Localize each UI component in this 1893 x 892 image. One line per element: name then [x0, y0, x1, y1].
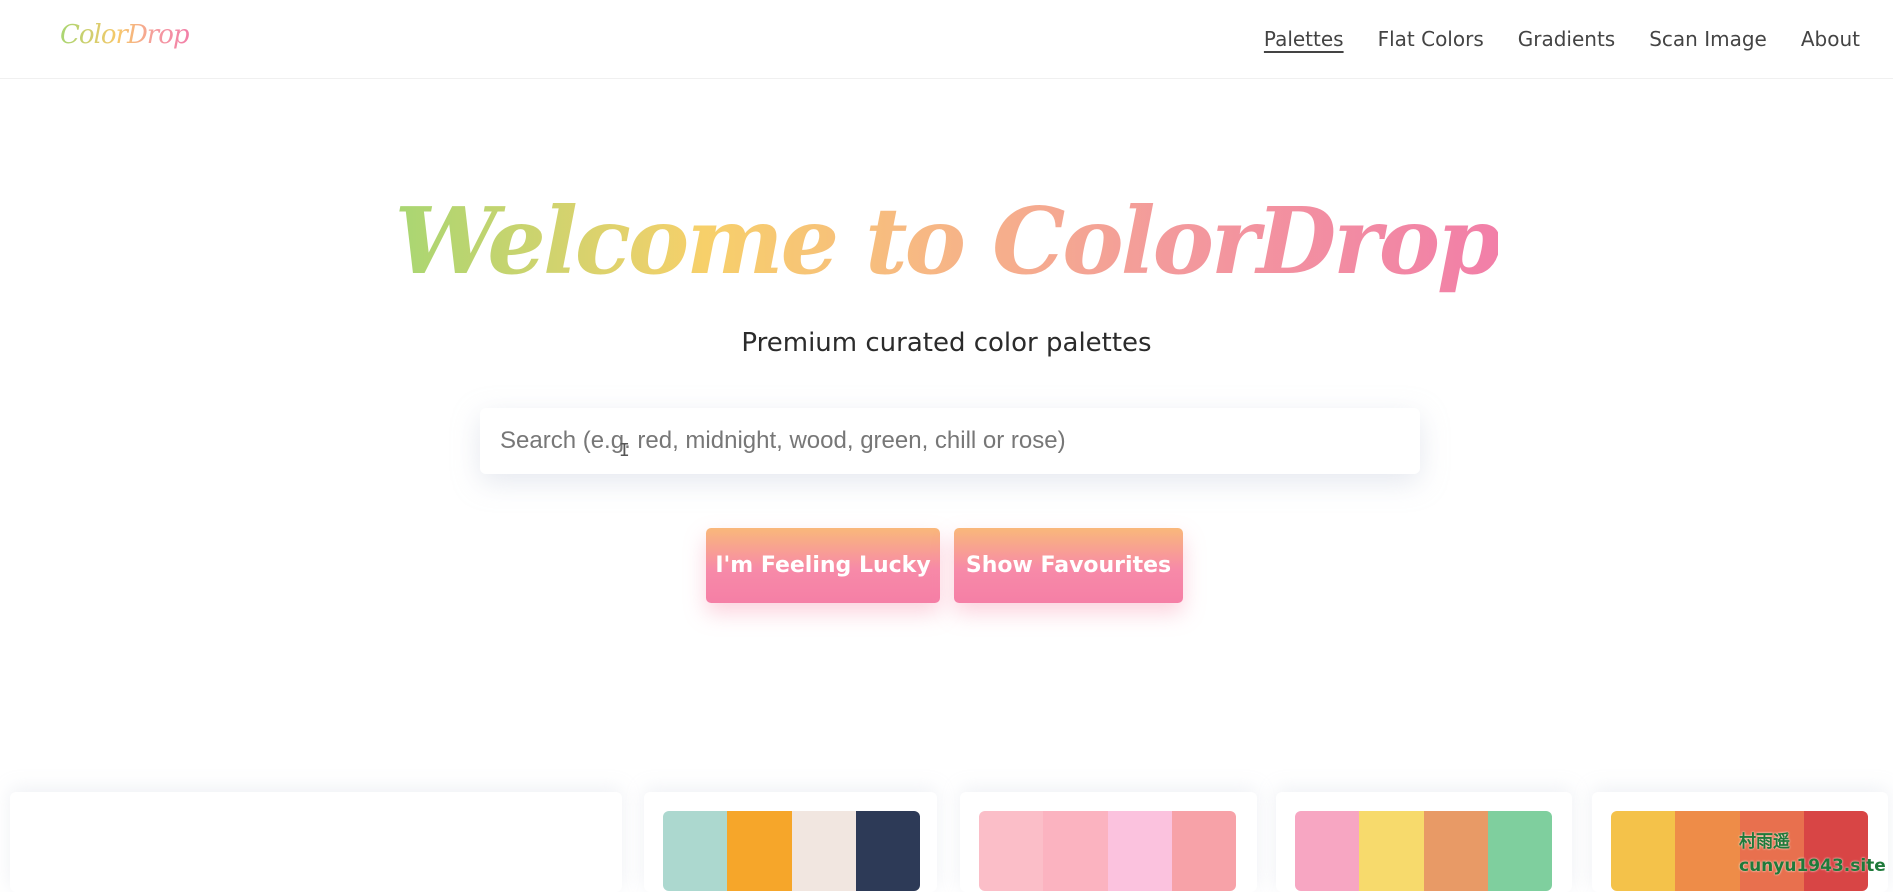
nav-flat-colors[interactable]: Flat Colors [1378, 25, 1484, 53]
hero-title: Welcome to ColorDrop [0, 176, 1893, 306]
palette-card[interactable] [1276, 792, 1572, 892]
show-favourites-button[interactable]: Show Favourites [954, 528, 1183, 603]
color-swatch[interactable] [1423, 811, 1488, 891]
nav-palettes[interactable]: Palettes [1264, 25, 1344, 53]
palette-swatches [663, 811, 920, 891]
color-swatch[interactable] [1611, 811, 1676, 891]
palette-card-placeholder[interactable] [10, 792, 622, 892]
nav-about[interactable]: About [1801, 25, 1860, 53]
color-swatch[interactable] [979, 811, 1044, 891]
color-swatch[interactable] [1171, 811, 1236, 891]
color-swatch[interactable] [1295, 811, 1360, 891]
main-nav: Palettes Flat Colors Gradients Scan Imag… [1264, 25, 1860, 53]
hero-subtitle: Premium curated color palettes [741, 328, 1152, 358]
nav-scan-image[interactable]: Scan Image [1649, 25, 1767, 53]
color-swatch[interactable] [1107, 811, 1172, 891]
logo[interactable]: ColorDrop [60, 20, 190, 50]
feeling-lucky-button[interactable]: I'm Feeling Lucky [706, 528, 940, 603]
palette-card[interactable] [644, 792, 937, 892]
color-swatch[interactable] [1675, 811, 1740, 891]
color-swatch[interactable] [1359, 811, 1424, 891]
color-swatch[interactable] [855, 811, 920, 891]
palette-card[interactable] [960, 792, 1257, 892]
color-swatch[interactable] [1043, 811, 1108, 891]
palette-swatches [979, 811, 1236, 891]
color-swatch[interactable] [1487, 811, 1552, 891]
text-cursor-icon: I [619, 440, 630, 461]
color-swatch[interactable] [727, 811, 792, 891]
hero-title-text: Welcome to ColorDrop [394, 187, 1502, 295]
color-swatch[interactable] [663, 811, 728, 891]
watermark: 村雨遥 cunyu1943.site [1739, 832, 1886, 876]
palette-swatches [1295, 811, 1552, 891]
nav-gradients[interactable]: Gradients [1518, 25, 1615, 53]
top-header: ColorDrop Palettes Flat Colors Gradients… [0, 0, 1893, 79]
color-swatch[interactable] [791, 811, 856, 891]
